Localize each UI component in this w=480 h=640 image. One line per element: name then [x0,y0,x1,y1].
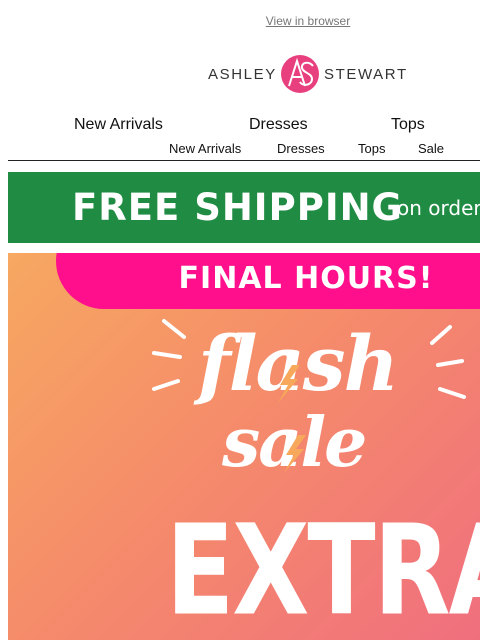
logo-word-right: STEWART [324,66,408,83]
nav-divider [8,160,480,161]
nav-main-new-arrivals[interactable]: New Arrivals [74,116,163,134]
logo-word-left: ASHLEY [208,66,277,83]
shipping-headline: FREE SHIPPING [72,186,403,229]
nav-sub-tops[interactable]: Tops [358,141,385,156]
nav-sub-dresses[interactable]: Dresses [277,141,325,156]
brand-logo[interactable]: ASHLEY STEWART [200,52,416,96]
extra-word: EXTRA [166,497,480,640]
nav-main-tops[interactable]: Tops [391,116,425,134]
logo-monogram-icon [281,55,319,93]
nav-sub-sale[interactable]: Sale [418,141,444,156]
shipping-tail-text: on orders [397,196,480,220]
nav-sub-new-arrivals[interactable]: New Arrivals [169,141,241,156]
view-in-browser-link[interactable]: View in browser [0,14,480,28]
free-shipping-banner[interactable]: FREE SHIPPING on orders [8,172,480,243]
flash-sale-hero[interactable]: FINAL HOURS! flash sale EXTRA [8,253,480,640]
main-navigation: New Arrivals Dresses Tops [0,116,480,136]
secondary-navigation: New Arrivals Dresses Tops Sale [0,141,480,157]
nav-main-dresses[interactable]: Dresses [249,116,308,134]
